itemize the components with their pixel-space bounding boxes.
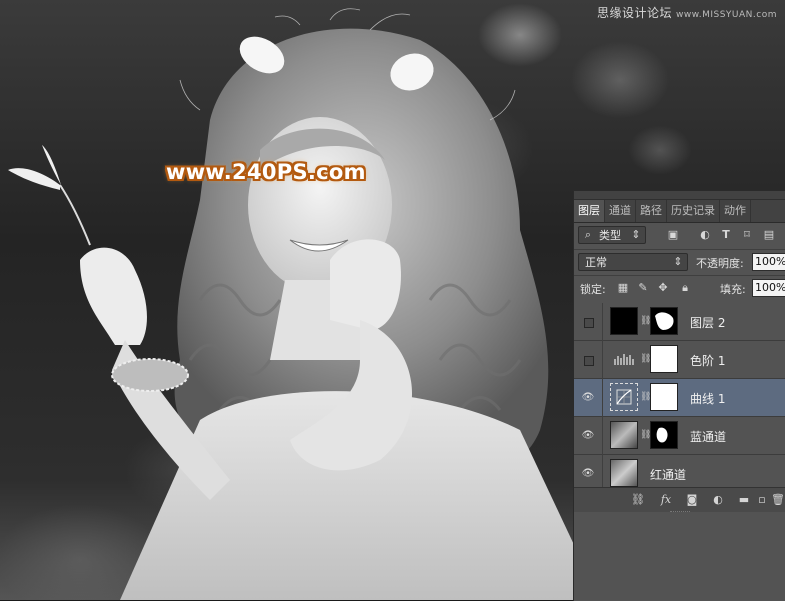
levels-icon[interactable] bbox=[610, 345, 638, 373]
lock-transparent-icon[interactable]: ▦ bbox=[616, 281, 630, 295]
layer-thumbnail[interactable] bbox=[610, 459, 638, 487]
tab-paths[interactable]: 路径 bbox=[636, 200, 667, 222]
fill-label: 填充: bbox=[720, 283, 746, 296]
link-chain-icon[interactable]: ⛓ bbox=[640, 391, 651, 403]
lock-label: 锁定: bbox=[580, 283, 606, 296]
divider bbox=[602, 417, 603, 455]
link-chain-icon[interactable]: ⛓ bbox=[640, 429, 651, 441]
layer-mask-thumbnail[interactable] bbox=[650, 383, 678, 411]
delete-layer-icon[interactable]: 🗑︎ bbox=[770, 492, 785, 508]
layer-thumbnail[interactable] bbox=[610, 307, 638, 335]
lock-move-icon[interactable]: ✥ bbox=[656, 281, 670, 295]
layers-panel: 图层 通道 路径 历史记录 动作 ⌕ 类型 ⇕ ▣ ◐ T ⌑ ▤ 正常 ⇕ 不… bbox=[573, 190, 785, 601]
visibility-toggle-off[interactable] bbox=[580, 352, 596, 368]
eye-icon[interactable]: 👁︎ bbox=[580, 428, 596, 444]
updown-icon: ⇕ bbox=[631, 228, 641, 241]
lock-all-icon[interactable]: 🔒︎ bbox=[678, 281, 692, 295]
search-icon: ⌕ bbox=[584, 228, 592, 241]
blend-row: 正常 ⇕ 不透明度: 100% bbox=[574, 249, 785, 274]
mask-shape bbox=[655, 312, 674, 330]
layer-name[interactable]: 蓝通道 bbox=[690, 428, 726, 445]
link-chain-icon[interactable]: ⛓ bbox=[640, 315, 651, 327]
site-watermark-main: www.240PS.com bbox=[166, 160, 366, 184]
tab-layers[interactable]: 图层 bbox=[574, 200, 605, 222]
link-layers-icon[interactable]: ⛓ bbox=[630, 492, 646, 508]
curves-graph-icon bbox=[616, 389, 632, 405]
filter-kind-select[interactable]: ⌕ 类型 ⇕ bbox=[578, 226, 646, 244]
type-filter-icon[interactable]: T bbox=[719, 228, 733, 242]
add-mask-icon[interactable]: ◙ bbox=[684, 492, 700, 508]
new-adjustment-icon[interactable]: ◐ bbox=[710, 492, 726, 508]
layer-filter-row: ⌕ 类型 ⇕ ▣ ◐ T ⌑ ▤ bbox=[574, 223, 785, 247]
layer-row-layer2[interactable]: ⛓ 图层 2 bbox=[574, 303, 785, 341]
layer-mask-thumbnail[interactable] bbox=[650, 421, 678, 449]
panel-tabs: 图层 通道 路径 历史记录 动作 bbox=[574, 200, 785, 223]
mask-shape bbox=[656, 427, 668, 443]
link-chain-icon[interactable]: ⛓ bbox=[640, 353, 651, 365]
layer-thumbnail[interactable] bbox=[610, 421, 638, 449]
panel-title-bar[interactable] bbox=[574, 191, 785, 200]
divider bbox=[602, 379, 603, 417]
layers-panel-footer: ⛓ fx ◙ ◐ ▬ ▫ 🗑︎ bbox=[574, 487, 785, 512]
divider bbox=[602, 303, 603, 341]
layer-mask-thumbnail[interactable] bbox=[650, 307, 678, 335]
filter-kind-label: 类型 bbox=[599, 229, 621, 242]
opacity-input[interactable]: 100% bbox=[752, 253, 785, 271]
adjustment-filter-icon[interactable]: ◐ bbox=[698, 228, 712, 242]
layer-row-blue-channel[interactable]: 👁︎ ⛓ 蓝通道 bbox=[574, 417, 785, 455]
new-group-icon[interactable]: ▬ bbox=[736, 492, 752, 508]
layer-row-curves1[interactable]: 👁︎ ⛓ 曲线 1 bbox=[574, 379, 785, 417]
site-watermark-top: 思缘设计论坛 www.MISSYUAN.com bbox=[597, 4, 777, 21]
fill-input[interactable]: 100% bbox=[752, 279, 785, 297]
new-layer-icon[interactable]: ▫ bbox=[754, 492, 770, 508]
layer-name[interactable]: 曲线 1 bbox=[690, 390, 725, 407]
shape-filter-icon[interactable]: ⌑ bbox=[740, 228, 754, 242]
tab-history[interactable]: 历史记录 bbox=[667, 200, 720, 222]
eye-icon[interactable]: 👁︎ bbox=[580, 466, 596, 482]
lock-row: 锁定: ▦ ✎ ✥ 🔒︎ 填充: 100% bbox=[574, 275, 785, 300]
blend-mode-value: 正常 bbox=[585, 256, 607, 269]
lock-brush-icon[interactable]: ✎ bbox=[636, 281, 650, 295]
divider bbox=[602, 341, 603, 379]
resize-grip[interactable] bbox=[670, 511, 690, 514]
layer-name[interactable]: 图层 2 bbox=[690, 314, 725, 331]
layer-name[interactable]: 红通道 bbox=[650, 466, 686, 483]
watermark-top-sub: www.MISSYUAN.com bbox=[675, 10, 777, 20]
smart-object-filter-icon[interactable]: ▤ bbox=[762, 228, 776, 242]
visibility-toggle-off[interactable] bbox=[580, 314, 596, 330]
updown-icon: ⇕ bbox=[673, 255, 683, 268]
fx-icon[interactable]: fx bbox=[658, 492, 674, 508]
blend-mode-select[interactable]: 正常 ⇕ bbox=[578, 253, 688, 271]
opacity-label: 不透明度: bbox=[696, 257, 744, 270]
layer-mask-thumbnail[interactable] bbox=[650, 345, 678, 373]
curves-icon[interactable] bbox=[610, 383, 638, 411]
tab-actions[interactable]: 动作 bbox=[720, 200, 751, 222]
image-filter-icon[interactable]: ▣ bbox=[666, 228, 680, 242]
layer-name[interactable]: 色阶 1 bbox=[690, 352, 725, 369]
layer-row-levels1[interactable]: ⛓ 色阶 1 bbox=[574, 341, 785, 379]
tab-channels[interactable]: 通道 bbox=[605, 200, 636, 222]
levels-histogram-icon bbox=[614, 354, 634, 365]
eye-icon[interactable]: 👁︎ bbox=[580, 390, 596, 406]
watermark-top-text: 思缘设计论坛 bbox=[596, 6, 672, 20]
